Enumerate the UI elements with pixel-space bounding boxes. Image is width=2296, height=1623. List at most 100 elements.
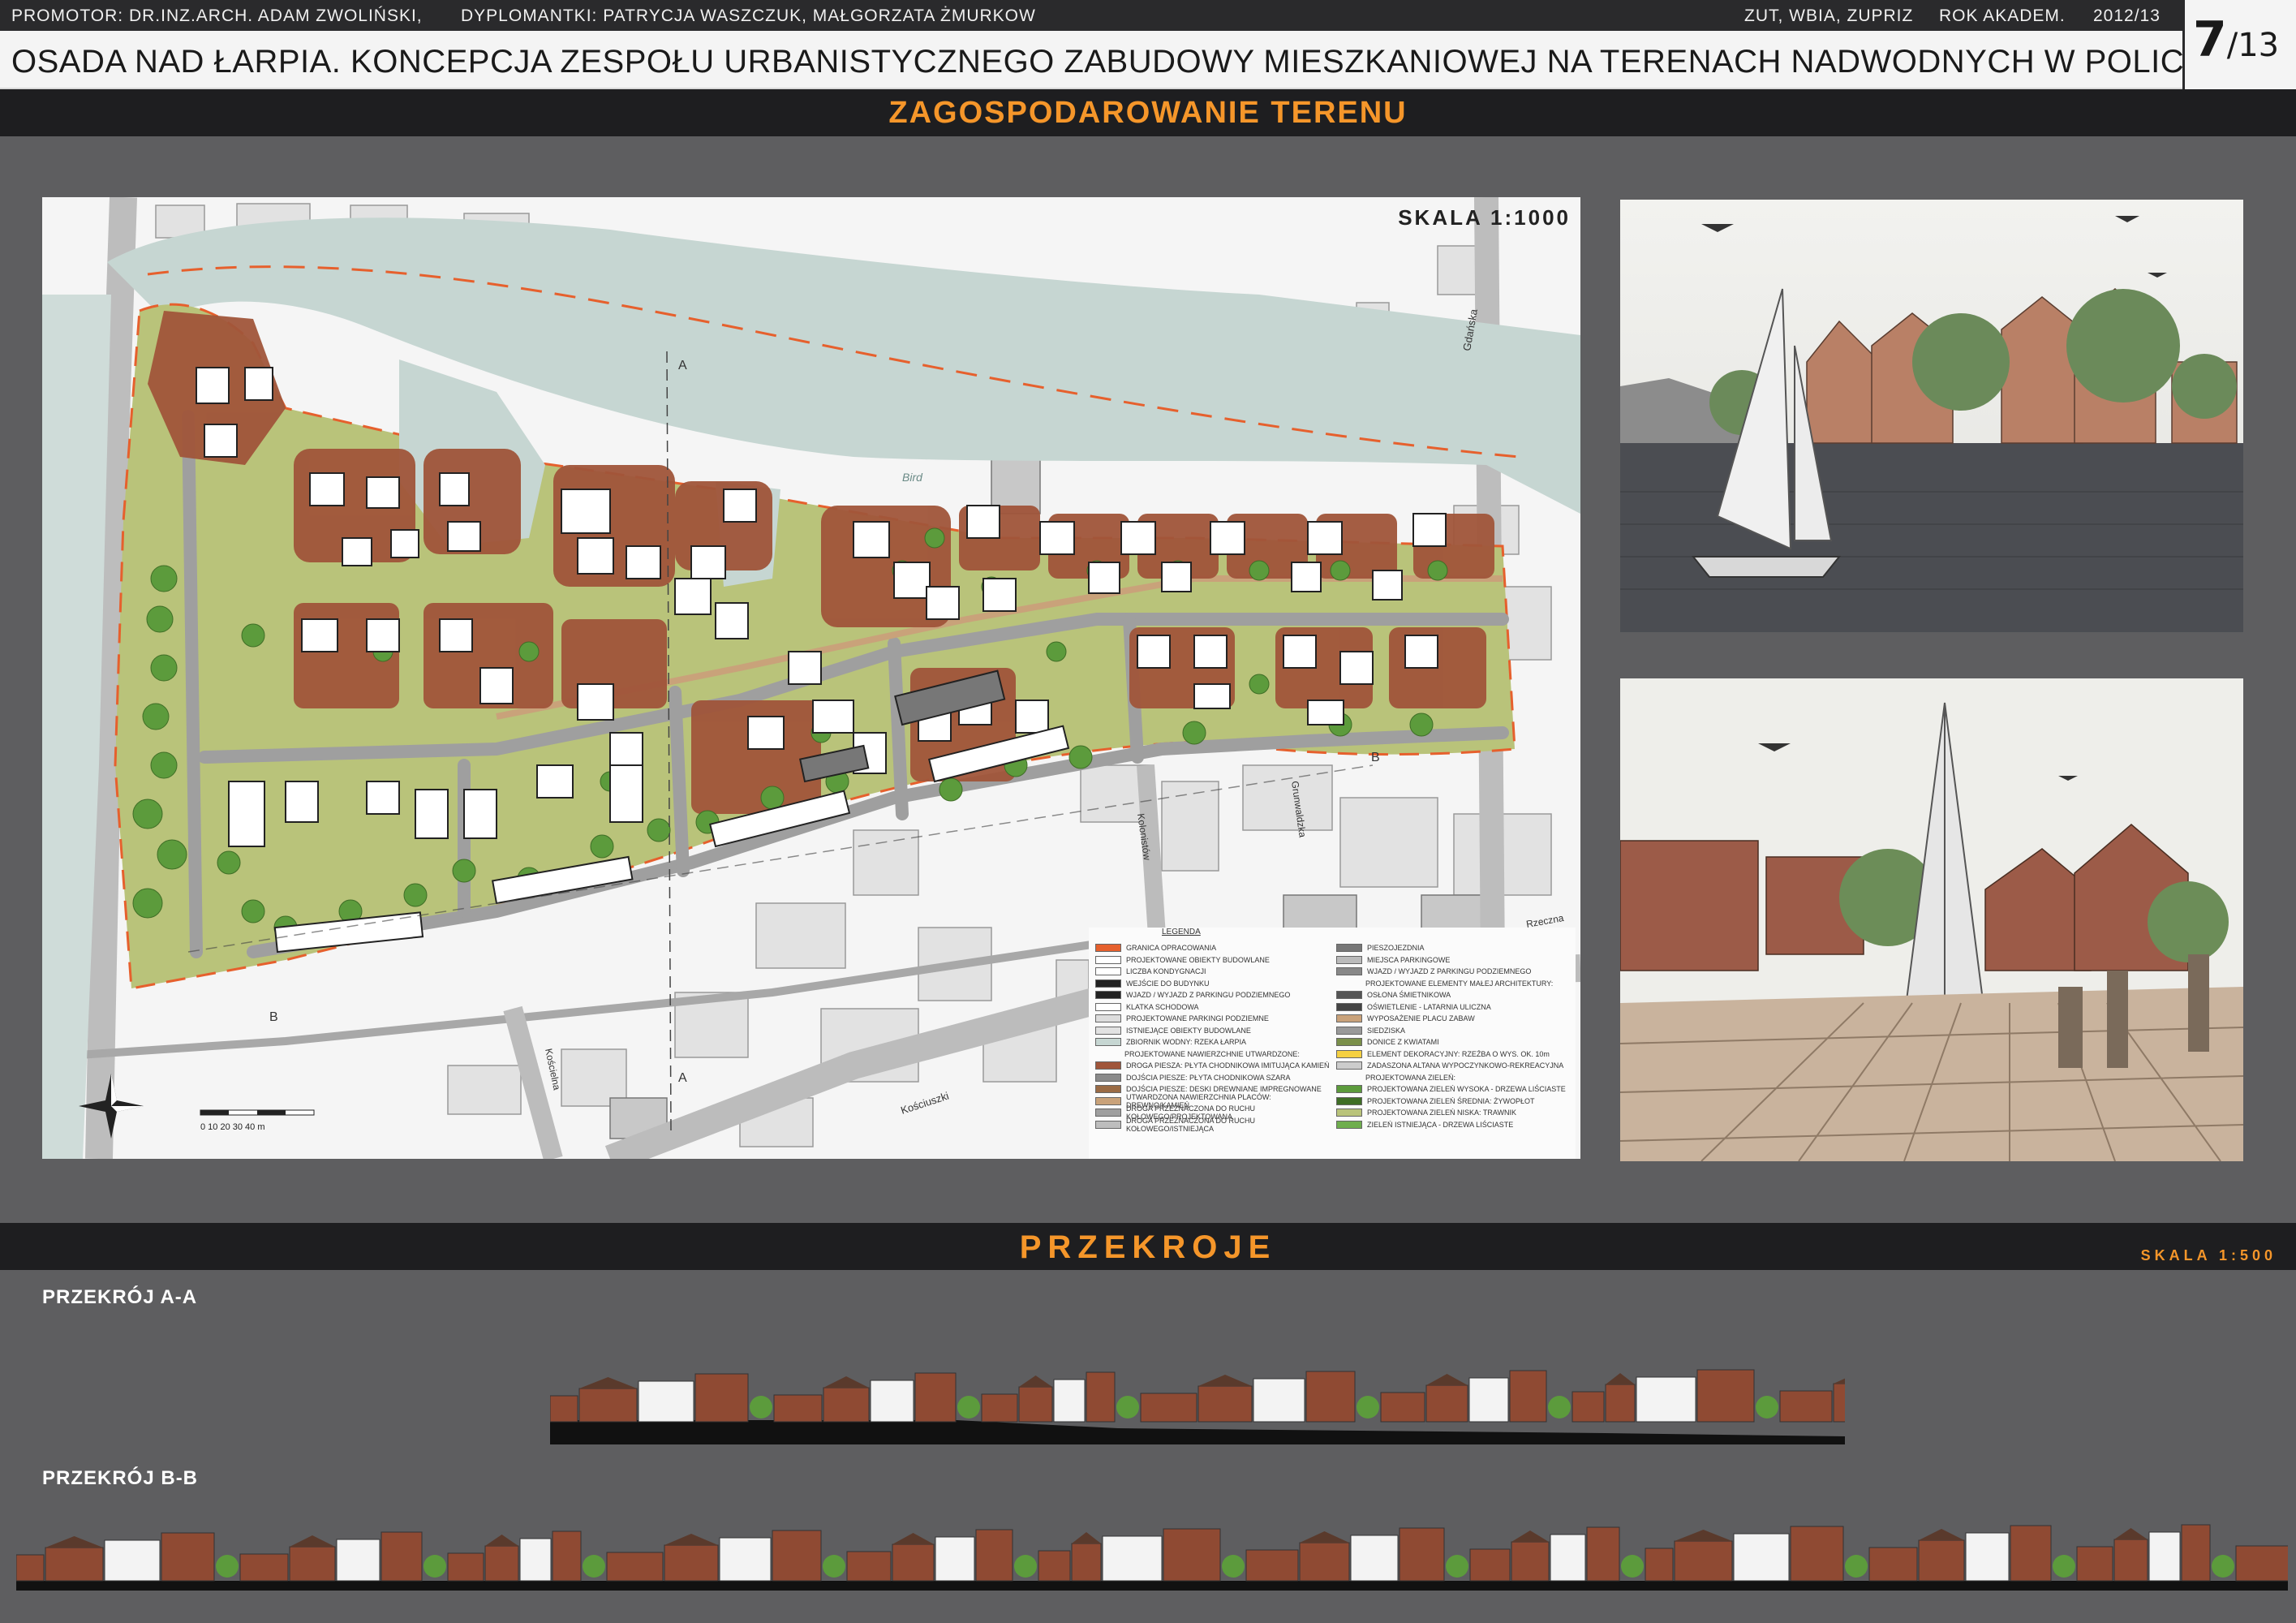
- roof-elevation: [1919, 1529, 1964, 1540]
- legend-swatch: [1336, 1120, 1362, 1129]
- building-elevation: [1605, 1384, 1636, 1423]
- section-b-label: PRZEKRÓJ B-B: [42, 1467, 199, 1489]
- building-footprint: [536, 764, 574, 799]
- roof-elevation: [1834, 1372, 1883, 1384]
- tree-elevation: [1222, 1555, 1245, 1578]
- building-elevation: [1572, 1391, 1605, 1423]
- roof-elevation: [1426, 1374, 1468, 1385]
- legend-row: WEJŚCIE DO BUDYNKU: [1095, 978, 1331, 990]
- legend-title: LEGENDA: [1162, 928, 1201, 936]
- legend-swatch: [1095, 1002, 1121, 1011]
- building-footprint: [1372, 570, 1403, 601]
- roof-elevation: [1606, 1373, 1635, 1384]
- building-footprint: [674, 578, 712, 615]
- legend-swatch: [1336, 1026, 1362, 1035]
- legend-row: SIEDZISKA: [1336, 1025, 1572, 1037]
- institution-text: ZUT, WBIA, ZUPRIZ: [1744, 6, 1914, 25]
- building-elevation: [1511, 1541, 1550, 1582]
- building-elevation: [1086, 1371, 1116, 1423]
- tree-elevation: [1756, 1396, 1778, 1419]
- legend-label: WJAZD / WYJAZD Z PARKINGU PODZIEMNEGO: [1367, 967, 1532, 976]
- roof-elevation: [485, 1535, 518, 1546]
- legend-swatch: [1336, 1014, 1362, 1023]
- legend-row: WJAZD / WYJAZD Z PARKINGU PODZIEMNEGO: [1336, 966, 1572, 978]
- tree-elevation: [216, 1555, 239, 1578]
- legend-swatch: [1095, 1038, 1121, 1047]
- building-footprint: [204, 424, 238, 458]
- legend-swatch: [1336, 1061, 1362, 1070]
- building-footprint: [926, 586, 960, 620]
- legend-swatch: [1336, 944, 1362, 953]
- building-elevation: [1779, 1390, 1833, 1423]
- legend-swatch: [1095, 1109, 1121, 1117]
- building-elevation: [381, 1531, 423, 1582]
- legend-label: DROGA PRZEZNACZONA DO RUCHU KOŁOWEGO/IST…: [1126, 1116, 1256, 1133]
- legend-swatch: [1095, 944, 1121, 953]
- building-footprint: [1120, 521, 1156, 555]
- roof-elevation: [579, 1377, 637, 1388]
- building-elevation: [1674, 1540, 1733, 1582]
- legend-row: PROJEKTOWANE OBIEKTY BUDOWLANE: [1095, 954, 1331, 966]
- legend-swatch: [1095, 1085, 1121, 1094]
- legend-row: DROGA PIESZA: PŁYTA CHODNIKOWA IMITUJĄCA…: [1095, 1060, 1331, 1072]
- legend-swatch: [1336, 1096, 1362, 1105]
- building-footprint: [1161, 562, 1192, 592]
- section-a-label: PRZEKRÓJ A-A: [42, 1286, 198, 1308]
- legend-row: PROJEKTOWANE ELEMENTY MAŁEJ ARCHITEKTURY…: [1336, 978, 1572, 990]
- legend-row: PROJEKTOWANA ZIELEŃ NISKA: TRAWNIK: [1336, 1107, 1572, 1119]
- roof-elevation: [823, 1376, 869, 1388]
- building-elevation: [1380, 1392, 1425, 1423]
- legend-swatch: [1336, 955, 1362, 964]
- building-elevation: [2148, 1531, 2181, 1582]
- legend-label: ZADASZONA ALTANA WYPOCZYNKOWO-REKREACYJN…: [1367, 1061, 1564, 1070]
- building-footprint: [228, 781, 265, 847]
- legend-swatch: [1336, 967, 1362, 976]
- tree-elevation: [750, 1396, 772, 1419]
- building-footprint: [342, 537, 372, 566]
- building-footprint: [390, 529, 419, 558]
- section-marker-a-top: A: [678, 359, 687, 372]
- roof-elevation: [2114, 1528, 2148, 1539]
- building-elevation: [45, 1547, 104, 1582]
- legend-swatch: [1095, 991, 1121, 1000]
- legend-swatch: [1095, 979, 1121, 988]
- top-info-strip: PROMOTOR: DR.INZ.ARCH. ADAM ZWOLIŃSKI, D…: [0, 0, 2296, 31]
- site-plan-heading: ZAGOSPODAROWANIE TERENU: [888, 96, 1408, 130]
- legend-row: PROJEKTOWANE PARKINGI PODZIEMNE: [1095, 1013, 1331, 1025]
- legend-label: PROJEKTOWANA ZIELEŃ:: [1365, 1073, 1456, 1082]
- building-elevation: [578, 1388, 638, 1423]
- legend-label: PROJEKTOWANA ZIELEŃ ŚREDNIA: ŻYWOPŁOT: [1367, 1096, 1535, 1105]
- building-footprint: [577, 683, 614, 721]
- building-footprint: [285, 781, 319, 823]
- tree-elevation: [583, 1555, 605, 1578]
- building-footprint: [1283, 635, 1317, 669]
- building-elevation: [846, 1551, 892, 1582]
- legend-label: PROJEKTOWANA ZIELEŃ NISKA: TRAWNIK: [1367, 1109, 1517, 1117]
- building-footprint: [244, 367, 273, 401]
- legend-row: ELEMENT DEKORACYJNY: RZEŹBA O WYS. OK. 1…: [1336, 1048, 1572, 1061]
- legend-row: DONICE Z KWIATAMI: [1336, 1036, 1572, 1048]
- legend-label: SIEDZISKA: [1367, 1026, 1406, 1035]
- building-elevation: [447, 1552, 484, 1582]
- building-footprint: [715, 602, 749, 639]
- building-footprint: [415, 789, 449, 839]
- building-footprint: [982, 578, 1017, 612]
- building-footprint: [853, 521, 890, 558]
- promotor-text: PROMOTOR: DR.INZ.ARCH. ADAM ZWOLIŃSKI,: [11, 6, 423, 25]
- building-elevation: [1586, 1526, 1620, 1582]
- legend-row: DOJŚCIA PIESZE: PŁYTA CHODNIKOWA SZARA: [1095, 1072, 1331, 1084]
- building-footprint: [1404, 635, 1438, 669]
- legend-swatch: [1095, 1096, 1121, 1105]
- roof-elevation: [1198, 1375, 1252, 1386]
- building-footprint: [309, 472, 345, 506]
- legend-row: LICZBA KONDYGNACJI: [1095, 966, 1331, 978]
- page-number-box: 7/13: [2182, 0, 2296, 89]
- legend-row: ZIELEŃ ISTNIEJĄCA - DRZEWA LIŚCIASTE: [1336, 1119, 1572, 1131]
- roof-elevation: [1511, 1530, 1549, 1542]
- building-footprint: [1210, 521, 1245, 555]
- tree-elevation: [2212, 1555, 2234, 1578]
- roof-elevation: [1675, 1530, 1732, 1541]
- legend-row: OŚWIETLENIE - LATARNIA ULICZNA: [1336, 1001, 1572, 1014]
- building-elevation: [2181, 1524, 2211, 1582]
- section-a-drawing: [549, 1347, 1884, 1444]
